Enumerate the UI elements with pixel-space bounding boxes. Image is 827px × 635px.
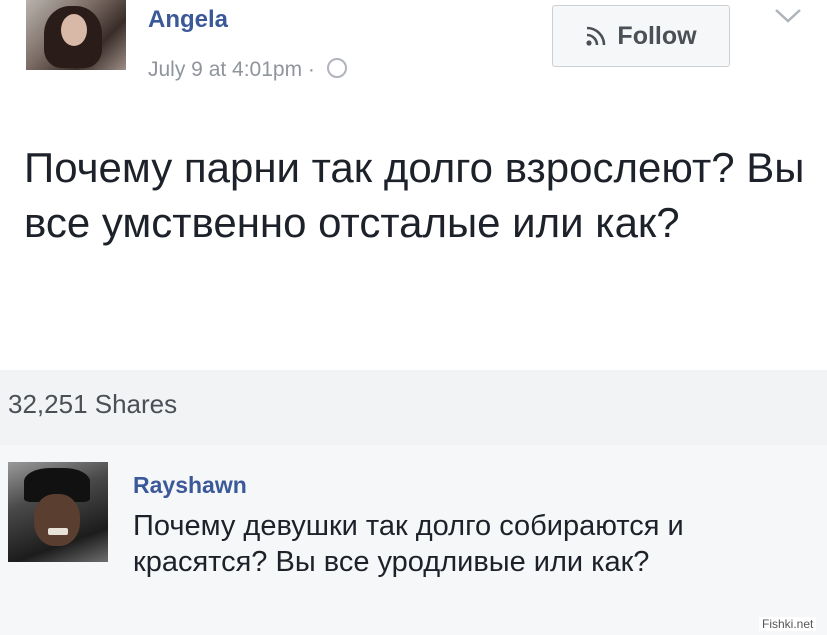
comment-text: Почему девушки так долго собираются и кр… <box>133 510 684 578</box>
chevron-down-icon[interactable] <box>772 6 804 26</box>
avatar-smile <box>48 528 68 535</box>
avatar-face <box>34 494 80 546</box>
commenter-avatar[interactable] <box>8 462 108 562</box>
post-timestamp[interactable]: July 9 at 4:01pm · <box>148 58 315 81</box>
commenter-name[interactable]: Rayshawn <box>133 472 247 499</box>
shares-count[interactable]: 32,251 Shares <box>8 389 177 420</box>
avatar-face <box>61 14 87 46</box>
post-meta: July 9 at 4:01pm · <box>148 58 347 82</box>
rss-icon <box>586 26 606 46</box>
follow-button[interactable]: Follow <box>552 5 730 67</box>
avatar[interactable] <box>26 0 126 70</box>
watermark: Fishki.net <box>759 617 817 631</box>
post-text: Почему парни так долго взрослеют? Вы все… <box>24 144 805 246</box>
post-author-name[interactable]: Angela <box>148 6 228 34</box>
globe-icon <box>326 58 347 78</box>
follow-label: Follow <box>617 21 697 50</box>
